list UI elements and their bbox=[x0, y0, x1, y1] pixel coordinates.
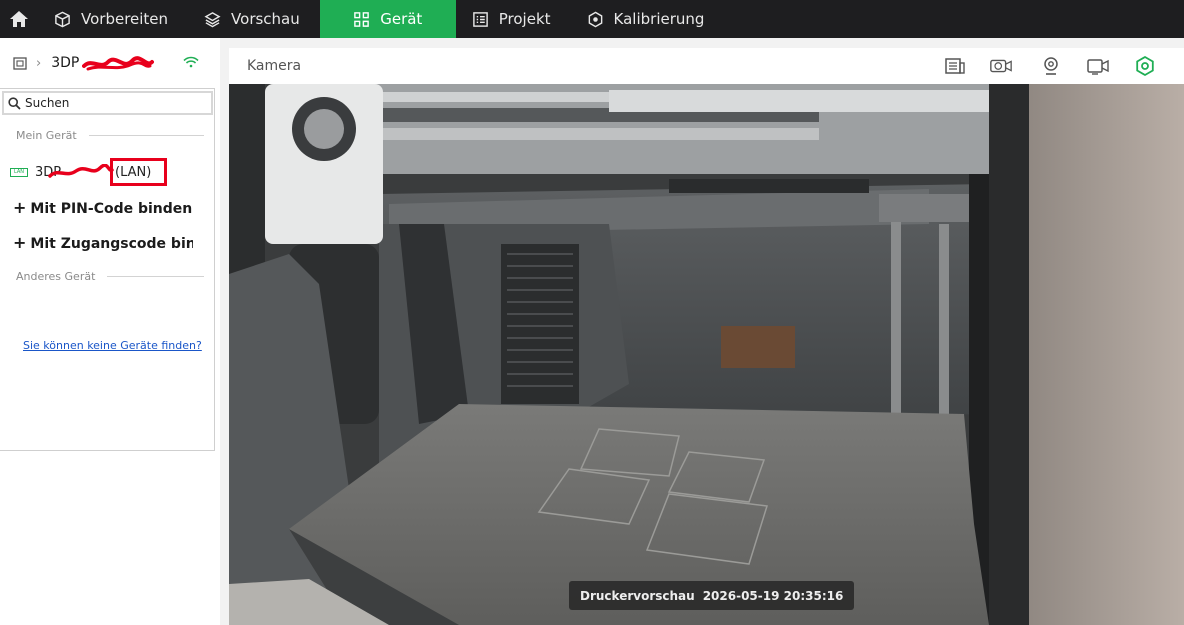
sd-card-icon bbox=[945, 58, 965, 74]
camera-timelapse-button[interactable] bbox=[989, 54, 1013, 78]
video-camera-icon bbox=[1087, 59, 1109, 75]
help-link[interactable]: Sie können keine Geräte finden? bbox=[23, 339, 202, 352]
sd-card-button[interactable] bbox=[943, 54, 967, 78]
camera-feed: Druckervorschau 2026-05-19 20:35:16 bbox=[229, 84, 1184, 625]
overlay-time: 2026-05-19 20:35:16 bbox=[702, 588, 844, 603]
list-icon bbox=[472, 11, 488, 27]
chevron-right-icon: › bbox=[36, 55, 42, 71]
my-devices-header: Mein Gerät bbox=[16, 129, 204, 142]
overlay-label: Druckervorschau bbox=[580, 588, 695, 603]
device-sidebar: › 3DP Mein Gerät LAN 3DP (LAN) + bbox=[0, 38, 220, 625]
lan-annotation-box: (LAN) bbox=[110, 158, 167, 186]
gear-icon bbox=[1136, 55, 1154, 77]
plus-icon: + bbox=[13, 198, 27, 217]
home-button[interactable] bbox=[0, 0, 38, 38]
device-list-panel: Mein Gerät LAN 3DP (LAN) +Mit PIN-Code b… bbox=[0, 88, 215, 451]
bind-access-code-button[interactable]: +Mit Zugangscode binden bbox=[13, 233, 193, 252]
search-input[interactable] bbox=[25, 96, 195, 110]
device-list-item[interactable]: LAN 3DP (LAN) bbox=[10, 158, 167, 186]
section-label: Anderes Gerät bbox=[16, 270, 96, 283]
bind-access-label: Mit Zugangscode binden bbox=[30, 236, 193, 252]
redaction-scribble-icon bbox=[82, 56, 154, 71]
redaction-scribble-icon bbox=[48, 164, 114, 178]
tab-label: Gerät bbox=[380, 10, 423, 28]
layers-icon bbox=[204, 11, 221, 27]
divider bbox=[107, 276, 204, 277]
record-video-button[interactable] bbox=[1086, 54, 1110, 78]
lan-badge-icon: LAN bbox=[10, 167, 28, 177]
tab-vorbereiten[interactable]: Vorbereiten bbox=[38, 0, 188, 38]
current-device-header[interactable]: › 3DP bbox=[0, 38, 220, 88]
tab-label: Vorschau bbox=[231, 10, 300, 28]
tab-label: Kalibrierung bbox=[613, 10, 705, 28]
other-devices-header: Anderes Gerät bbox=[16, 270, 204, 283]
cube-icon bbox=[55, 11, 70, 27]
wifi-icon bbox=[183, 56, 199, 68]
section-label: Mein Gerät bbox=[16, 129, 77, 142]
top-nav: Vorbereiten Vorschau Gerät Projekt Kalib… bbox=[0, 0, 1184, 38]
bind-pin-button[interactable]: + Mit PIN-Code binden bbox=[13, 198, 193, 217]
tab-geraet[interactable]: Gerät bbox=[319, 0, 456, 38]
calibration-icon bbox=[588, 11, 602, 27]
search-icon bbox=[8, 96, 21, 110]
tab-kalibrierung[interactable]: Kalibrierung bbox=[571, 0, 725, 38]
home-icon bbox=[10, 11, 28, 27]
bind-pin-label: Mit PIN-Code binden bbox=[30, 201, 193, 217]
printer-icon bbox=[13, 57, 27, 70]
settings-button[interactable] bbox=[1133, 54, 1157, 78]
camera-overlay-timestamp: Druckervorschau 2026-05-19 20:35:16 bbox=[569, 581, 855, 610]
plus-icon: + bbox=[13, 233, 27, 252]
camera-header: Kamera bbox=[229, 48, 1184, 84]
printer-chamber-image bbox=[229, 84, 1184, 625]
current-device-name: 3DP bbox=[51, 55, 80, 71]
timelapse-icon bbox=[990, 59, 1012, 73]
webcam-button[interactable] bbox=[1039, 54, 1063, 78]
device-icon bbox=[354, 11, 370, 27]
webcam-icon bbox=[1044, 57, 1058, 75]
tab-projekt[interactable]: Projekt bbox=[456, 0, 571, 38]
tab-label: Projekt bbox=[498, 10, 551, 28]
divider bbox=[88, 135, 204, 136]
tab-vorschau[interactable]: Vorschau bbox=[188, 0, 320, 38]
tab-label: Vorbereiten bbox=[81, 10, 169, 28]
search-box[interactable] bbox=[2, 91, 213, 115]
device-connection-type: (LAN) bbox=[115, 164, 152, 180]
camera-title: Kamera bbox=[247, 58, 302, 74]
